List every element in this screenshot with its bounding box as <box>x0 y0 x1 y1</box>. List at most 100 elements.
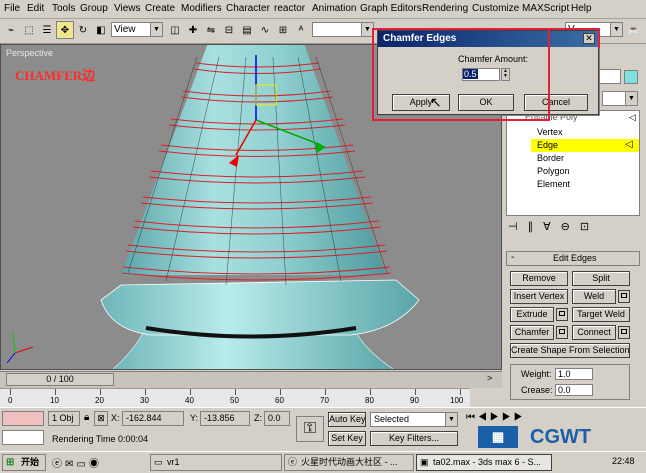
menu-help[interactable]: Help <box>571 3 592 14</box>
remove-modifier-icon[interactable]: ⊖ <box>561 221 580 233</box>
weld-settings-icon[interactable] <box>618 290 630 303</box>
next-frame-icon[interactable]: ▶▶ <box>502 412 526 423</box>
chamfer-button[interactable]: Chamfer <box>510 325 554 340</box>
crease-field[interactable]: 0.0 <box>555 384 593 396</box>
remove-button[interactable]: Remove <box>510 271 568 286</box>
chamfer-settings-icon[interactable] <box>556 326 568 339</box>
menu-group[interactable]: Group <box>80 3 108 14</box>
schematic-icon[interactable]: ⊞ <box>274 21 292 39</box>
desktop-icon[interactable]: ▭ <box>76 459 88 470</box>
reference-coord-select[interactable]: View ▼ <box>111 22 163 37</box>
tick-label: 90 <box>410 396 419 405</box>
insert-vertex-button[interactable]: Insert Vertex <box>510 289 568 304</box>
extrude-button[interactable]: Extrude <box>510 307 554 322</box>
menu-create[interactable]: Create <box>145 3 175 14</box>
select-move-icon[interactable]: ✥ <box>56 21 74 39</box>
key-filters-button[interactable]: Key Filters... <box>370 431 458 446</box>
pin-stack-icon[interactable]: ⊣ <box>508 221 528 233</box>
weight-field[interactable]: 1.0 <box>555 368 593 380</box>
viewport-label[interactable]: Perspective <box>6 48 53 58</box>
modifier-stack[interactable]: Editable Poly ◁ Vertex Edge ◁ Border Pol… <box>506 110 640 216</box>
media-icon[interactable]: ◉ <box>89 459 102 470</box>
layer-icon[interactable]: ▤ <box>238 21 256 39</box>
create-shape-button[interactable]: Create Shape From Selection <box>510 343 630 358</box>
cancel-button[interactable]: Cancel <box>524 94 588 111</box>
task-3dsmax[interactable]: ▣ ta02.max - 3ds max 6 - S... <box>416 454 552 471</box>
ie-icon[interactable]: ⓔ <box>52 459 65 470</box>
align-icon[interactable]: ⊟ <box>220 21 238 39</box>
select-rotate-icon[interactable]: ↻ <box>74 21 92 39</box>
menu-character[interactable]: Character <box>226 3 270 14</box>
sub-object-edge[interactable]: Edge <box>537 140 558 150</box>
auto-key-button[interactable]: Auto Key <box>328 412 366 427</box>
lock-icon[interactable]: 🔒︎ <box>84 412 89 423</box>
menu-rendering[interactable]: Rendering <box>422 3 468 14</box>
outlook-icon[interactable]: ✉ <box>65 459 76 470</box>
maxscript-listener[interactable] <box>2 411 44 426</box>
object-name-field[interactable] <box>599 69 621 84</box>
curve-editor-icon[interactable]: ∿ <box>256 21 274 39</box>
set-key-button[interactable]: Set Key <box>328 431 366 446</box>
z-coordinate-field[interactable]: 0.0 <box>264 411 290 426</box>
menu-reactor[interactable]: reactor <box>274 3 305 14</box>
task-browser[interactable]: ⓔ 火星时代动画大社区 - ... <box>284 454 414 471</box>
chamfer-amount-field[interactable]: 0.5 <box>462 68 500 81</box>
menu-views[interactable]: Views <box>114 3 141 14</box>
sub-object-vertex[interactable]: Vertex <box>537 127 563 137</box>
select-region-icon[interactable]: ⬚ <box>20 21 38 39</box>
teapot-icon[interactable]: ☕ <box>625 21 643 39</box>
connect-settings-icon[interactable] <box>618 326 630 339</box>
connect-button[interactable]: Connect <box>572 325 616 340</box>
y-label: Y: <box>190 413 199 423</box>
tick-label: 30 <box>140 396 149 405</box>
split-button[interactable]: Split <box>572 271 630 286</box>
dialog-title-bar[interactable]: Chamfer Edges <box>378 31 598 47</box>
menu-maxscript[interactable]: MAXScript <box>522 3 569 14</box>
menu-customize[interactable]: Customize <box>472 3 519 14</box>
goto-start-icon[interactable]: ⏮ <box>466 412 478 423</box>
extrude-settings-icon[interactable] <box>556 308 568 321</box>
time-slider[interactable]: 0 / 100 <box>6 373 114 386</box>
link-icon[interactable]: ⌁ <box>2 21 20 39</box>
start-button[interactable]: ⊞ 开始 <box>2 454 46 471</box>
menu-graph-editors[interactable]: Graph Editors <box>360 3 422 14</box>
make-unique-icon[interactable]: ∀ <box>543 221 561 233</box>
prev-frame-icon[interactable]: ◀ <box>478 412 490 423</box>
mirror-icon[interactable]: ⇋ <box>202 21 220 39</box>
configure-icon[interactable]: ⊡ <box>580 221 599 233</box>
edit-edges-rollout-header[interactable]: - Edit Edges <box>506 251 640 266</box>
menu-modifiers[interactable]: Modifiers <box>181 3 222 14</box>
menu-animation[interactable]: Animation <box>312 3 356 14</box>
browser-icon: ⓔ <box>288 457 298 467</box>
selected-dropdown[interactable]: Selected ▼ <box>370 412 458 427</box>
x-coordinate-field[interactable]: -162.844 <box>122 411 184 426</box>
ok-button[interactable]: OK <box>458 94 514 111</box>
play-icon[interactable]: ▶ <box>490 412 502 423</box>
modifier-list-select[interactable]: ▼ <box>602 91 638 106</box>
named-selection-select[interactable]: ▼ <box>312 22 374 37</box>
show-end-icon[interactable]: ∥ <box>528 221 544 233</box>
target-weld-button[interactable]: Target Weld <box>572 307 630 322</box>
slider-next-icon[interactable]: > <box>487 373 492 383</box>
spinner-icon[interactable]: ▲ ▼ <box>501 68 510 81</box>
track-bar[interactable]: 0 10 20 30 40 50 60 70 80 90 100 <box>0 388 470 407</box>
axis-constraint-icon[interactable]: ✚ <box>184 21 202 39</box>
select-by-name-icon[interactable]: ☰ <box>38 21 56 39</box>
select-scale-icon[interactable]: ◧ <box>92 21 110 39</box>
menu-file[interactable]: File <box>4 3 20 14</box>
task-vr1[interactable]: ▭ vr1 <box>150 454 282 471</box>
sub-object-polygon[interactable]: Polygon <box>537 166 570 176</box>
menu-tools[interactable]: Tools <box>52 3 75 14</box>
transform-type-icon[interactable]: ⊠ <box>94 411 108 426</box>
menu-edit[interactable]: Edit <box>27 3 44 14</box>
key-icon[interactable]: ⚿ <box>296 416 324 442</box>
close-icon[interactable]: ✕ <box>583 33 595 44</box>
abc-icon[interactable]: ᴬ <box>292 21 310 39</box>
maxscript-mini[interactable] <box>2 430 44 445</box>
pivot-icon[interactable]: ◫ <box>166 21 184 39</box>
sub-object-element[interactable]: Element <box>537 179 570 189</box>
sub-object-border[interactable]: Border <box>537 153 564 163</box>
y-coordinate-field[interactable]: -13.856 <box>200 411 250 426</box>
object-color-swatch[interactable] <box>624 70 638 84</box>
weld-button[interactable]: Weld <box>572 289 616 304</box>
